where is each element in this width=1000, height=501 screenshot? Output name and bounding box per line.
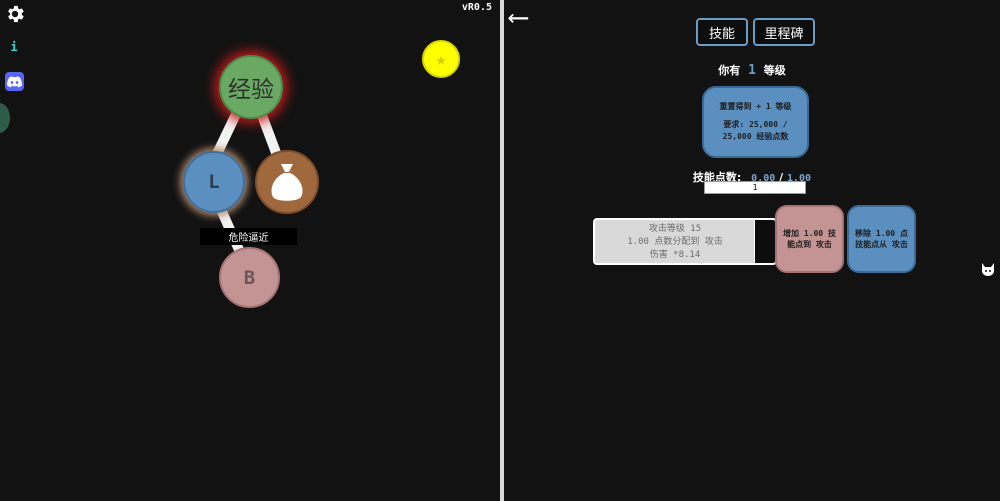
level-reset-button[interactable]: 重置得到 + 1 等级 要求: 25,000 / 25,000 经验点数: [702, 86, 809, 158]
exp-node[interactable]: 经验: [219, 55, 283, 119]
b-node[interactable]: B: [219, 247, 280, 308]
arrow-left-icon[interactable]: ⟵: [510, 2, 527, 32]
add-skill-point-button[interactable]: 增加 1.00 技能点到 攻击: [775, 205, 844, 273]
skills-pane: ⟵ 技能 里程碑 你有 1 等级 重置得到 + 1 等级 要求: 25,000 …: [504, 0, 1000, 501]
link-exp-bag: [255, 108, 283, 160]
cat-icon[interactable]: [980, 261, 996, 277]
attack-damage: 伤害 *8.14: [649, 250, 701, 260]
level-display: 你有 1 等级: [504, 62, 1000, 78]
reset-line-2: 要求: 25,000 / 25,000 经验点数: [722, 120, 789, 141]
star-icon[interactable]: ★: [422, 40, 460, 78]
tree-pane: i vR0.5 经验 L 危险逼近 B ★: [0, 0, 500, 501]
l-node[interactable]: L: [183, 151, 245, 213]
level-prefix: 你有: [718, 64, 741, 77]
tab-milestones[interactable]: 里程碑: [753, 18, 815, 46]
attack-level: 攻击等级 15: [648, 224, 702, 234]
cat-icon-svg: [982, 263, 994, 276]
money-bag-icon: [271, 164, 303, 201]
money-bag-node[interactable]: [255, 150, 319, 214]
reset-line-1: 重置得到 + 1 等级: [719, 102, 792, 111]
tab-skills[interactable]: 技能: [696, 18, 748, 46]
attack-skill-panel: 攻击等级 15 1.00 点数分配到 攻击 伤害 *8.14: [593, 218, 777, 265]
level-suffix: 等级: [763, 64, 786, 77]
attack-progress-track: [754, 220, 775, 263]
remove-skill-point-button[interactable]: 移除 1.00 点技能点从 攻击: [847, 205, 916, 273]
danger-tooltip: 危险逼近: [200, 228, 297, 245]
allocation-amount-input[interactable]: 1: [704, 181, 806, 194]
attack-allocated: 1.00 点数分配到 攻击: [627, 237, 723, 247]
level-value: 1: [748, 63, 756, 78]
